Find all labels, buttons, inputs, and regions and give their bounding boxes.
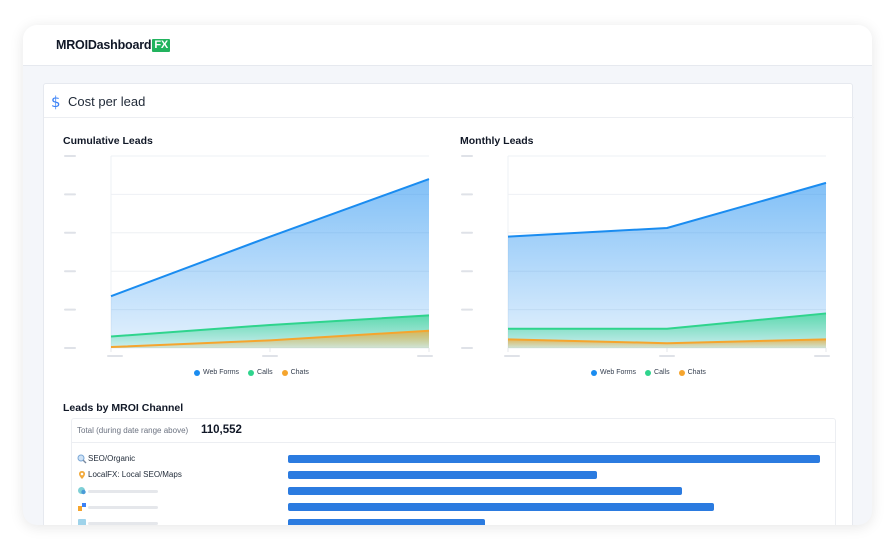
channel-row-link[interactable]: [72, 502, 835, 516]
y-tick-label: [461, 270, 473, 273]
logo-badge: FX: [152, 38, 170, 52]
legend-item-calls[interactable]: Calls: [645, 369, 670, 376]
legend-item-web-forms[interactable]: Web Forms: [194, 369, 239, 376]
link-icon: [77, 502, 87, 512]
legend-label: Web Forms: [600, 369, 637, 376]
channel-bar: [288, 455, 820, 463]
channel-bar: [288, 487, 682, 495]
cumulative-leads-chart: [64, 155, 433, 357]
channel-row-localfx[interactable]: LocalFX: Local SEO/Maps: [72, 470, 835, 484]
legend-label: Chats: [290, 369, 309, 376]
monthly-leads-chart: [461, 155, 830, 357]
total-value: 110,552: [201, 424, 242, 436]
magnifier-icon: [77, 454, 87, 464]
panel-header: $ Cost per lead: [44, 84, 854, 118]
legend-dot-icon: [591, 369, 597, 376]
channel-bar: [288, 503, 714, 511]
y-tick-label: [461, 155, 473, 157]
legend-dot-icon: [281, 369, 288, 376]
y-tick-label: [64, 347, 76, 349]
total-label: Total (during date range above): [77, 426, 189, 435]
y-tick-label: [461, 308, 473, 311]
x-tick-label: [659, 355, 675, 357]
legend-dot-icon: [645, 369, 652, 376]
map-pin-icon: [77, 470, 87, 480]
legend-item-chats[interactable]: Chats: [281, 369, 309, 376]
legend-label: Calls: [654, 369, 670, 376]
y-tick-label: [461, 231, 473, 234]
x-tick-label: [107, 355, 123, 357]
legend-label: Chats: [687, 369, 706, 376]
x-tick-label: [814, 355, 830, 357]
y-tick-label: [64, 308, 76, 311]
legend-item-calls[interactable]: Calls: [248, 369, 273, 376]
y-tick-label: [64, 270, 76, 273]
y-tick-label: [64, 155, 76, 157]
channel-row-ads[interactable]: [72, 518, 835, 525]
y-tick-label: [461, 193, 473, 196]
legend-item-chats[interactable]: Chats: [678, 369, 706, 376]
logo-text: MROIDashboard: [56, 38, 152, 52]
app-logo[interactable]: MROIDashboard FX: [56, 38, 170, 52]
legend-item-web-forms[interactable]: Web Forms: [591, 369, 636, 376]
legend-dot-icon: [248, 369, 255, 376]
channel-name: SEO/Organic: [88, 454, 136, 463]
x-tick-label: [262, 355, 278, 357]
dollar-icon: $: [51, 93, 61, 111]
chart-legend-monthly: Web Forms Calls Chats: [591, 369, 706, 376]
legend-label: Calls: [257, 369, 273, 376]
chart-title-cumulative: Cumulative Leads: [63, 135, 153, 147]
channels-title: Leads by MROI Channel: [63, 402, 184, 414]
y-tick-label: [64, 231, 76, 234]
channel-name-placeholder: [88, 506, 158, 509]
total-row: Total (during date range above) 110,552: [72, 419, 835, 443]
channel-name: LocalFX: Local SEO/Maps: [88, 470, 182, 479]
channel-name-placeholder: [88, 490, 158, 493]
ad-icon: [77, 518, 87, 525]
legend-label: Web Forms: [203, 369, 240, 376]
y-tick-label: [64, 193, 76, 196]
chat-icon: [77, 486, 87, 496]
channel-bar: [288, 471, 597, 479]
legend-dot-icon: [194, 369, 200, 376]
chart-title-monthly: Monthly Leads: [460, 135, 534, 147]
panel-title: Cost per lead: [68, 94, 146, 109]
y-tick-label: [461, 347, 473, 349]
channel-row-seo[interactable]: SEO/Organic: [72, 454, 835, 468]
chart-legend-cumulative: Web Forms Calls Chats: [194, 369, 309, 376]
channel-row-chat[interactable]: [72, 486, 835, 500]
legend-dot-icon: [678, 369, 685, 376]
x-tick-label: [417, 355, 433, 357]
channel-bar: [288, 519, 485, 525]
cost-per-lead-panel: $ Cost per lead Cumulative Leads Web For…: [43, 83, 854, 525]
top-bar: MROIDashboard FX: [23, 25, 872, 66]
channels-table: Total (during date range above) 110,552 …: [71, 418, 836, 525]
x-tick-label: [504, 355, 520, 357]
channel-name-placeholder: [88, 522, 158, 525]
app-window: MROIDashboard FX $ Cost per lead Cumulati…: [23, 25, 872, 525]
